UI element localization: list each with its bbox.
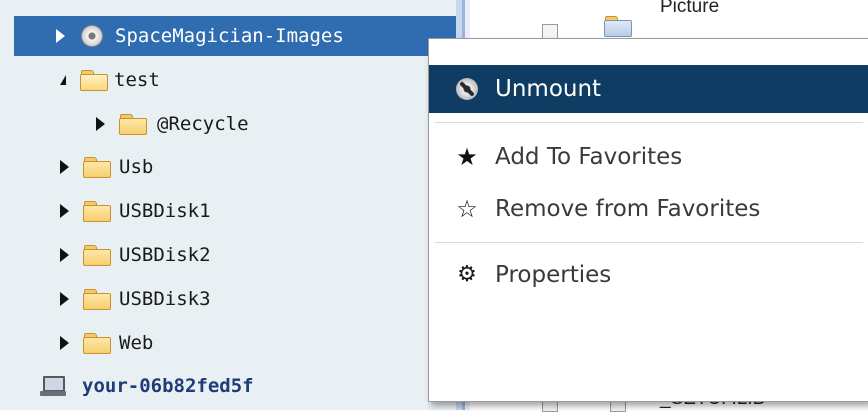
- computer-icon: [40, 375, 66, 397]
- gear-icon: ⚙: [457, 262, 477, 287]
- file-name[interactable]: Picture: [660, 0, 719, 18]
- unmount-icon: [455, 77, 479, 101]
- menu-item-label: Remove from Favorites: [495, 196, 761, 222]
- tree-item-label: USBDisk2: [119, 244, 211, 266]
- tree-item-label: test: [114, 69, 160, 91]
- tree-item-label: SpaceMagician-Images: [115, 25, 344, 47]
- folder-tree: SpaceMagician-Images test @Recycle Usb U…: [0, 0, 456, 410]
- tree-item-usb[interactable]: Usb: [0, 147, 456, 187]
- menu-item-properties[interactable]: ⚙ Properties: [429, 251, 868, 299]
- menu-item-remove-from-favorites[interactable]: ☆ Remove from Favorites: [429, 185, 868, 233]
- tree-item-label: USBDisk1: [119, 200, 211, 222]
- folder-icon: [83, 289, 111, 310]
- host-label: your-06b82fed5f: [82, 375, 254, 397]
- tree-item-test[interactable]: test: [0, 60, 456, 100]
- expand-arrow-icon[interactable]: [60, 336, 69, 350]
- collapse-arrow-icon[interactable]: [60, 75, 66, 85]
- expand-arrow-icon[interactable]: [60, 160, 69, 174]
- tree-item-spacemagician-images[interactable]: SpaceMagician-Images: [14, 16, 456, 56]
- disc-icon: [81, 25, 103, 47]
- tree-item-recycle[interactable]: @Recycle: [0, 104, 456, 144]
- folder-icon: [83, 157, 111, 178]
- expand-arrow-icon[interactable]: [60, 248, 69, 262]
- menu-item-label: Add To Favorites: [495, 144, 683, 170]
- tree-item-web[interactable]: Web: [0, 323, 456, 363]
- tree-item-label: Usb: [119, 156, 154, 178]
- folder-icon: [604, 16, 632, 37]
- tree-item-usbdisk2[interactable]: USBDisk2: [0, 235, 456, 275]
- context-menu: Unmount ★ Add To Favorites ☆ Remove from…: [428, 38, 868, 402]
- tree-item-host[interactable]: your-06b82fed5f: [0, 366, 456, 406]
- menu-item-add-to-favorites[interactable]: ★ Add To Favorites: [429, 133, 868, 181]
- menu-separator: [435, 122, 863, 123]
- star-filled-icon: ★: [456, 143, 478, 171]
- menu-item-unmount[interactable]: Unmount: [429, 65, 868, 113]
- expand-arrow-icon[interactable]: [60, 204, 69, 218]
- tree-item-label: @Recycle: [157, 113, 249, 135]
- expand-arrow-icon[interactable]: [56, 29, 65, 43]
- folder-open-icon: [80, 70, 108, 91]
- menu-item-label: Properties: [495, 262, 612, 288]
- expand-arrow-icon[interactable]: [60, 292, 69, 306]
- tree-item-usbdisk1[interactable]: USBDisk1: [0, 191, 456, 231]
- tree-item-label: USBDisk3: [119, 288, 211, 310]
- folder-icon: [83, 333, 111, 354]
- star-outline-icon: ☆: [456, 195, 478, 223]
- expand-arrow-icon[interactable]: [96, 117, 105, 131]
- folder-icon: [83, 245, 111, 266]
- tree-item-label: Web: [119, 332, 154, 354]
- tree-item-usbdisk3[interactable]: USBDisk3: [0, 279, 456, 319]
- menu-item-label: Unmount: [495, 76, 602, 102]
- folder-icon: [119, 114, 147, 135]
- menu-separator: [435, 242, 863, 243]
- folder-icon: [83, 201, 111, 222]
